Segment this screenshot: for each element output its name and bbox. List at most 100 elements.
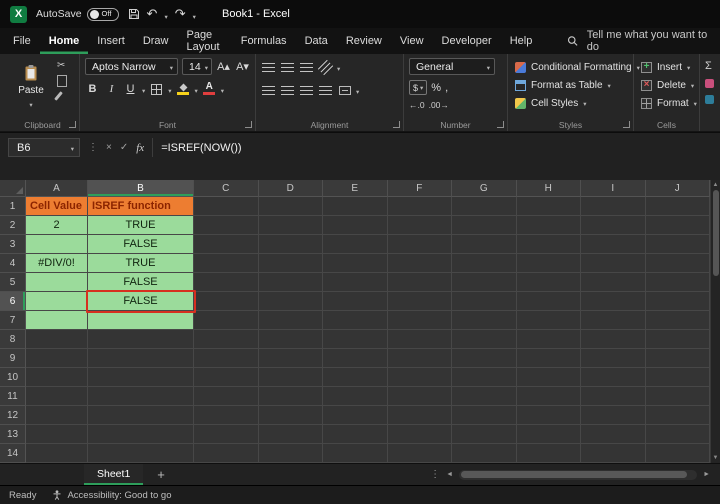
- row-header-5[interactable]: 5: [0, 273, 26, 292]
- cell-G7[interactable]: [452, 311, 517, 330]
- cell-F7[interactable]: [387, 311, 452, 330]
- cell-F3[interactable]: [387, 235, 452, 254]
- decrease-decimal-icon[interactable]: .00→: [429, 100, 449, 110]
- cell-H4[interactable]: [516, 254, 581, 273]
- fill-color-dropdown-icon[interactable]: [195, 80, 198, 98]
- cell-D13[interactable]: [258, 425, 323, 444]
- cell-F13[interactable]: [387, 425, 452, 444]
- alignment-dialog-launcher[interactable]: [393, 121, 400, 128]
- cell-G1[interactable]: [452, 197, 517, 216]
- cell-J10[interactable]: [645, 368, 710, 387]
- underline-button[interactable]: U: [123, 81, 138, 97]
- analyze-data-icon[interactable]: [705, 95, 714, 104]
- align-middle-button[interactable]: [280, 59, 295, 75]
- cell-C6[interactable]: [194, 292, 259, 311]
- scroll-down-icon[interactable]: ▼: [713, 455, 719, 461]
- cell-styles-button[interactable]: Cell Styles: [513, 94, 628, 112]
- orientation-button[interactable]: [317, 59, 334, 75]
- cell-G4[interactable]: [452, 254, 517, 273]
- paste-button[interactable]: Paste: [11, 58, 51, 116]
- tab-formulas[interactable]: Formulas: [232, 28, 296, 54]
- cell-G9[interactable]: [452, 349, 517, 368]
- cell-B4[interactable]: TRUE: [88, 254, 194, 273]
- add-sheet-button[interactable]: +: [157, 468, 165, 481]
- cell-F12[interactable]: [387, 406, 452, 425]
- cell-I1[interactable]: [581, 197, 646, 216]
- row-header-10[interactable]: 10: [0, 368, 26, 387]
- tab-insert[interactable]: Insert: [88, 28, 134, 54]
- number-format-select[interactable]: General: [409, 58, 495, 75]
- cell-A5[interactable]: [26, 273, 88, 292]
- font-dialog-launcher[interactable]: [245, 121, 252, 128]
- autosave-toggle[interactable]: Off: [86, 7, 119, 21]
- autosave-control[interactable]: AutoSave Off: [36, 7, 119, 21]
- cell-C13[interactable]: [194, 425, 259, 444]
- accessibility-status[interactable]: Accessibility: Good to go: [52, 490, 172, 501]
- cell-F2[interactable]: [387, 216, 452, 235]
- tell-me-search[interactable]: Tell me what you want to do: [567, 29, 716, 53]
- cell-I10[interactable]: [581, 368, 646, 387]
- column-header-C[interactable]: C: [194, 180, 259, 197]
- cell-E11[interactable]: [323, 387, 388, 406]
- scrollbar-resize-handle[interactable]: ⋮: [430, 469, 440, 480]
- fill-color-button[interactable]: [176, 81, 191, 97]
- cell-D7[interactable]: [258, 311, 323, 330]
- sheet-tab-sheet1[interactable]: Sheet1: [84, 464, 144, 485]
- increase-font-size-icon[interactable]: A▴: [216, 59, 231, 75]
- cell-B11[interactable]: [88, 387, 194, 406]
- cell-A3[interactable]: [26, 235, 88, 254]
- cell-G10[interactable]: [452, 368, 517, 387]
- cell-J7[interactable]: [645, 311, 710, 330]
- cell-F11[interactable]: [387, 387, 452, 406]
- row-header-1[interactable]: 1: [0, 197, 26, 216]
- undo-icon[interactable]: ↶: [147, 6, 158, 22]
- tab-draw[interactable]: Draw: [134, 28, 178, 54]
- cell-C2[interactable]: [194, 216, 259, 235]
- cell-I7[interactable]: [581, 311, 646, 330]
- cell-D8[interactable]: [258, 330, 323, 349]
- cell-A9[interactable]: [26, 349, 88, 368]
- align-top-button[interactable]: [261, 59, 276, 75]
- column-header-E[interactable]: E: [323, 180, 388, 197]
- cell-A8[interactable]: [26, 330, 88, 349]
- font-color-button[interactable]: A: [202, 81, 217, 97]
- cell-A12[interactable]: [26, 406, 88, 425]
- cell-G6[interactable]: [452, 292, 517, 311]
- format-painter-icon[interactable]: [54, 91, 63, 101]
- cell-C8[interactable]: [194, 330, 259, 349]
- cell-B2[interactable]: TRUE: [88, 216, 194, 235]
- increase-decimal-icon[interactable]: ←.0: [409, 100, 425, 110]
- clipboard-dialog-launcher[interactable]: [69, 121, 76, 128]
- cell-G8[interactable]: [452, 330, 517, 349]
- cell-E13[interactable]: [323, 425, 388, 444]
- sensitivity-icon[interactable]: [705, 79, 714, 88]
- insert-function-icon[interactable]: fx: [136, 138, 144, 157]
- cell-G2[interactable]: [452, 216, 517, 235]
- cell-J12[interactable]: [645, 406, 710, 425]
- cell-C5[interactable]: [194, 273, 259, 292]
- cell-J14[interactable]: [645, 444, 710, 463]
- scroll-left-icon[interactable]: ◄: [446, 471, 453, 478]
- underline-dropdown-icon[interactable]: [142, 80, 145, 98]
- cell-B10[interactable]: [88, 368, 194, 387]
- tab-view[interactable]: View: [391, 28, 433, 54]
- row-header-12[interactable]: 12: [0, 406, 26, 425]
- cell-G11[interactable]: [452, 387, 517, 406]
- cell-I14[interactable]: [581, 444, 646, 463]
- cell-I6[interactable]: [581, 292, 646, 311]
- tab-home[interactable]: Home: [40, 28, 89, 54]
- cell-F10[interactable]: [387, 368, 452, 387]
- merge-dropdown-icon[interactable]: [356, 81, 359, 99]
- cell-D12[interactable]: [258, 406, 323, 425]
- column-header-I[interactable]: I: [581, 180, 646, 197]
- column-header-H[interactable]: H: [516, 180, 581, 197]
- cell-A13[interactable]: [26, 425, 88, 444]
- wrap-text-button[interactable]: [318, 82, 333, 98]
- cell-J8[interactable]: [645, 330, 710, 349]
- horizontal-scrollbar[interactable]: ⋮ ◄ ►: [430, 469, 710, 480]
- cell-C9[interactable]: [194, 349, 259, 368]
- cell-D4[interactable]: [258, 254, 323, 273]
- accounting-format-button[interactable]: $: [409, 80, 428, 95]
- cell-D1[interactable]: [258, 197, 323, 216]
- cell-F14[interactable]: [387, 444, 452, 463]
